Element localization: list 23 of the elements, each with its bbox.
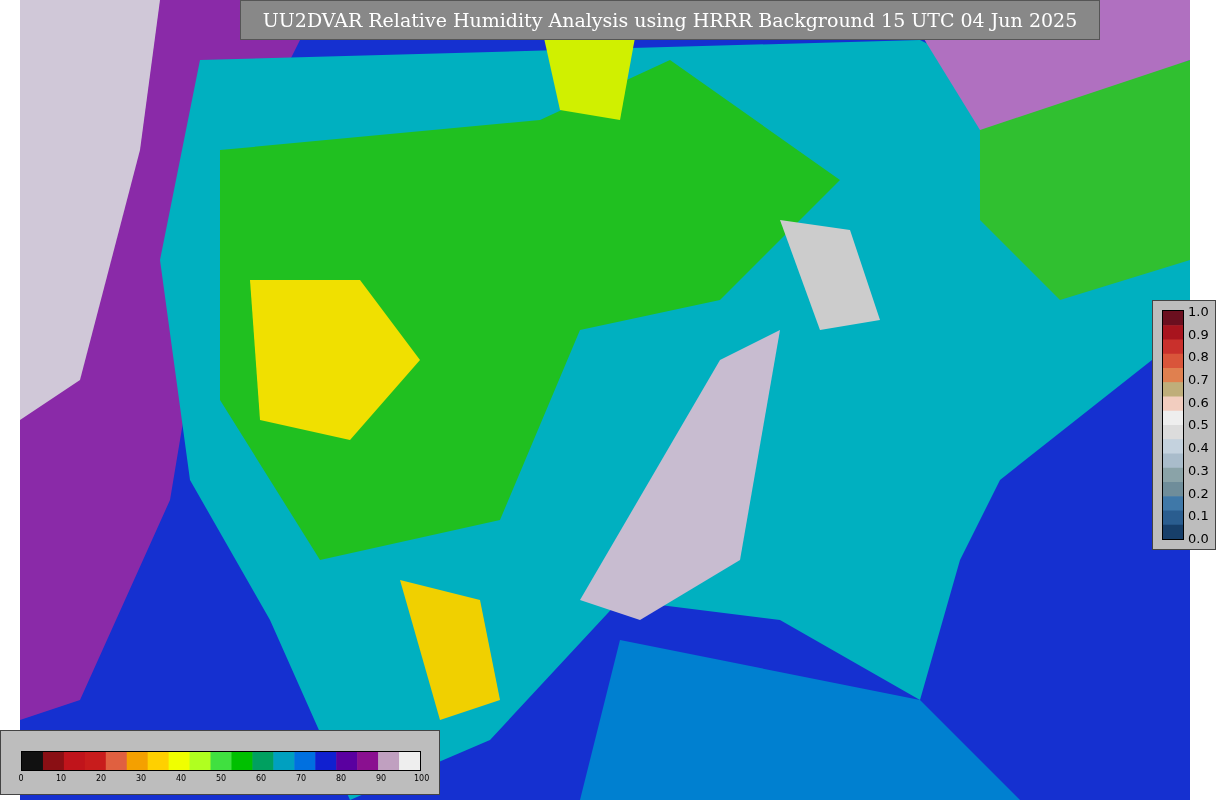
tick-label: 1.0 [1188,304,1209,319]
tick-label: 0.6 [1188,394,1209,410]
tick-label: 0.9 [1188,326,1209,342]
tick-label: 0.5 [1188,417,1209,433]
tick-label: 0.7 [1188,372,1209,388]
tick-label: 0.8 [1188,349,1209,365]
tick-label: 60 [254,774,268,783]
tick-label: 50 [214,774,228,783]
tick-label: 0.3 [1188,462,1209,478]
map-title: UU2DVAR Relative Humidity Analysis using HRRR Background 15 UTC 04 Jun 2025 [240,0,1100,40]
tick-label: 20 [94,774,108,783]
tick-label: 0.2 [1188,485,1209,501]
tick-label: 0 [17,774,25,783]
tick-label: 100 [414,774,428,783]
tick-label: 0.1 [1188,508,1209,524]
tick-label: 0.4 [1188,440,1209,456]
tick-label: 90 [374,774,388,783]
tick-label: 40 [174,774,188,783]
tick-label: 80 [334,774,348,783]
tick-label: 10 [54,774,68,783]
tick-label: 70 [294,774,308,783]
tick-label: 30 [134,774,148,783]
tick-label: 0.0 [1188,530,1209,546]
